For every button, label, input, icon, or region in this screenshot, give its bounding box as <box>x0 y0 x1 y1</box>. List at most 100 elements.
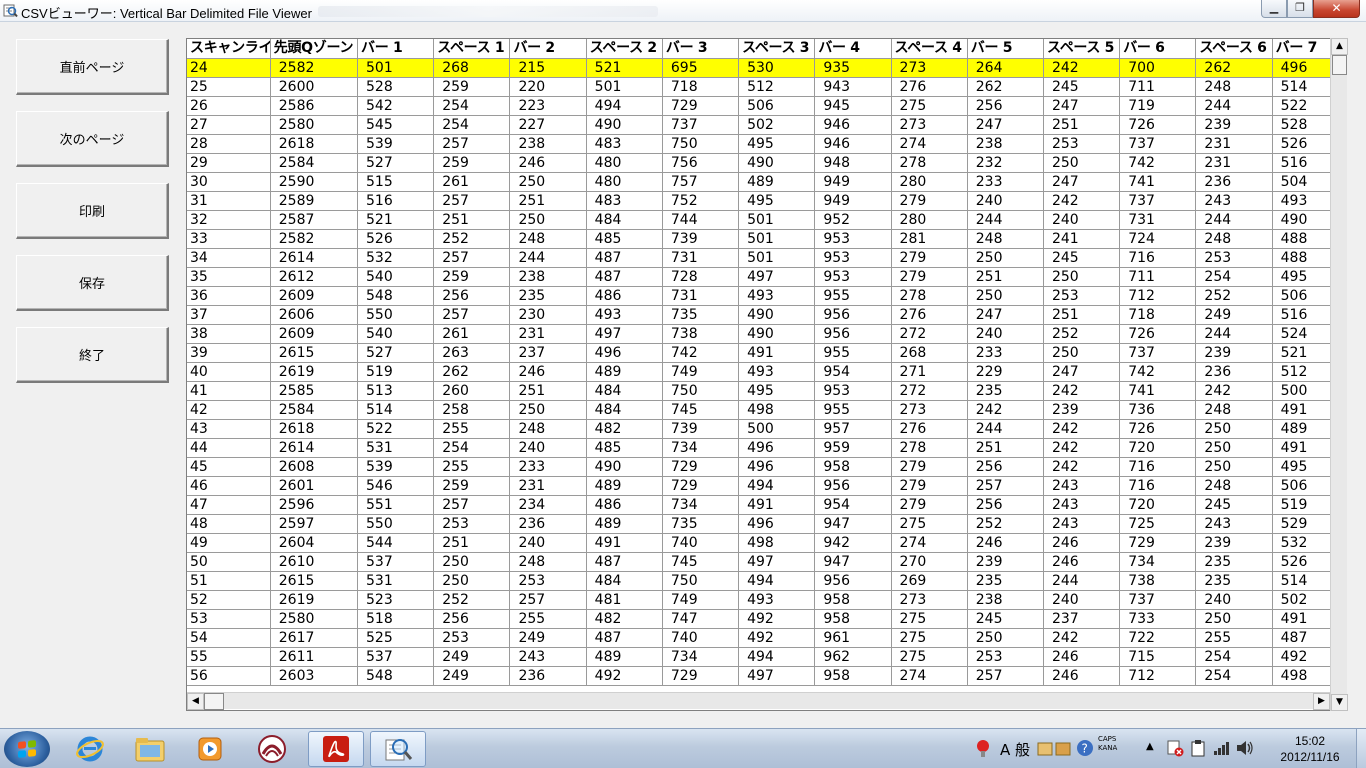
table-cell[interactable]: 711 <box>1119 77 1197 97</box>
table-cell[interactable]: 244 <box>1195 210 1273 230</box>
table-cell[interactable]: 248 <box>509 552 587 572</box>
row-header-cell[interactable]: 35 <box>187 267 271 287</box>
table-cell[interactable]: 715 <box>1119 647 1197 667</box>
table-cell[interactable]: 247 <box>1043 362 1121 382</box>
table-cell[interactable]: 262 <box>967 77 1044 97</box>
table-cell[interactable]: 551 <box>357 495 435 515</box>
table-cell[interactable]: 531 <box>357 571 435 591</box>
table-row[interactable]: 47 2596 551 257 234 486 734 491 954 279 256 243 720 2… <box>187 495 1331 515</box>
table-cell[interactable]: 239 <box>967 552 1044 572</box>
table-cell[interactable]: 495 <box>738 134 816 154</box>
table-cell[interactable]: 236 <box>509 666 587 686</box>
column-header[interactable]: バー 7 <box>1272 39 1331 59</box>
table-cell[interactable]: 497 <box>586 324 663 344</box>
table-cell[interactable]: 548 <box>357 666 435 686</box>
table-cell[interactable]: 2580 <box>270 609 359 629</box>
exit-button[interactable]: 終了 <box>16 327 169 383</box>
maximize-button[interactable]: ❐ <box>1287 0 1313 18</box>
table-cell[interactable]: 526 <box>1272 552 1331 572</box>
table-cell[interactable]: 712 <box>1119 286 1197 306</box>
table-cell[interactable]: 233 <box>967 343 1044 363</box>
table-row[interactable]: 44 2614 531 254 240 485 734 496 959 278 251 242 720 2… <box>187 438 1331 458</box>
table-cell[interactable]: 494 <box>586 96 663 116</box>
table-cell[interactable]: 480 <box>586 153 663 173</box>
table-cell[interactable]: 519 <box>357 362 435 382</box>
table-cell[interactable]: 498 <box>738 400 816 420</box>
row-header-cell[interactable]: 41 <box>187 381 271 401</box>
table-cell[interactable]: 279 <box>891 495 968 515</box>
table-cell[interactable]: 953 <box>814 229 892 249</box>
table-cell[interactable]: 251 <box>433 533 511 553</box>
table-cell[interactable]: 487 <box>586 552 663 572</box>
table-cell[interactable]: 947 <box>814 552 892 572</box>
table-cell[interactable]: 734 <box>662 647 740 667</box>
table-cell[interactable]: 272 <box>891 324 968 344</box>
table-cell[interactable]: 281 <box>891 229 968 249</box>
table-cell[interactable]: 493 <box>738 286 816 306</box>
table-cell[interactable]: 257 <box>967 476 1044 496</box>
table-cell[interactable]: 726 <box>1119 115 1197 135</box>
table-cell[interactable]: 273 <box>891 58 968 78</box>
table-cell[interactable]: 2589 <box>270 191 359 211</box>
table-row[interactable]: 54 2617 525 253 249 487 740 492 961 275 250 242 722 2… <box>187 628 1331 648</box>
row-header-cell[interactable]: 55 <box>187 647 271 667</box>
column-header[interactable]: バー 5 <box>967 39 1044 59</box>
table-cell[interactable]: 540 <box>357 267 435 287</box>
table-cell[interactable]: 275 <box>891 96 968 116</box>
table-cell[interactable]: 539 <box>357 134 435 154</box>
table-cell[interactable]: 249 <box>433 666 511 686</box>
table-cell[interactable]: 229 <box>967 362 1044 382</box>
minimize-button[interactable]: ▁ <box>1261 0 1287 18</box>
table-cell[interactable]: 275 <box>891 628 968 648</box>
table-cell[interactable]: 524 <box>1272 324 1331 344</box>
action-center-icon[interactable] <box>1166 739 1184 768</box>
row-header-cell[interactable]: 24 <box>187 58 271 78</box>
table-cell[interactable]: 2582 <box>270 229 359 249</box>
table-cell[interactable]: 484 <box>586 381 663 401</box>
table-cell[interactable]: 498 <box>738 533 816 553</box>
table-cell[interactable]: 539 <box>357 457 435 477</box>
table-row[interactable]: 51 2615 531 250 253 484 750 494 956 269 235 244 738 2… <box>187 571 1331 591</box>
table-cell[interactable]: 257 <box>433 134 511 154</box>
table-cell[interactable]: 501 <box>738 229 816 249</box>
table-cell[interactable]: 2608 <box>270 457 359 477</box>
table-cell[interactable]: 482 <box>586 609 663 629</box>
table-cell[interactable]: 250 <box>1043 153 1121 173</box>
table-cell[interactable]: 242 <box>1043 58 1121 78</box>
table-cell[interactable]: 495 <box>738 191 816 211</box>
table-cell[interactable]: 718 <box>662 77 740 97</box>
table-cell[interactable]: 486 <box>586 495 663 515</box>
table-cell[interactable]: 729 <box>662 476 740 496</box>
table-cell[interactable]: 275 <box>891 514 968 534</box>
table-cell[interactable]: 734 <box>662 495 740 515</box>
table-cell[interactable]: 518 <box>357 609 435 629</box>
table-cell[interactable]: 711 <box>1119 267 1197 287</box>
table-cell[interactable]: 750 <box>662 571 740 591</box>
table-cell[interactable]: 259 <box>433 153 511 173</box>
table-cell[interactable]: 501 <box>738 210 816 230</box>
table-cell[interactable]: 271 <box>891 362 968 382</box>
table-cell[interactable]: 497 <box>738 666 816 686</box>
table-cell[interactable]: 2604 <box>270 533 359 553</box>
column-header[interactable]: スペース 3 <box>738 39 816 59</box>
table-cell[interactable]: 952 <box>814 210 892 230</box>
table-cell[interactable]: 956 <box>814 571 892 591</box>
table-cell[interactable]: 240 <box>509 533 587 553</box>
next-page-button[interactable]: 次のページ <box>16 111 169 167</box>
table-cell[interactable]: 734 <box>1119 552 1197 572</box>
table-cell[interactable]: 254 <box>1195 267 1273 287</box>
table-cell[interactable]: 250 <box>433 552 511 572</box>
table-row[interactable]: 27 2580 545 254 227 490 737 502 946 273 247 251 726 2… <box>187 115 1331 135</box>
table-cell[interactable]: 491 <box>1272 438 1331 458</box>
table-cell[interactable]: 251 <box>1043 115 1121 135</box>
table-cell[interactable]: 259 <box>433 267 511 287</box>
table-cell[interactable]: 490 <box>738 324 816 344</box>
table-cell[interactable]: 718 <box>1119 305 1197 325</box>
table-cell[interactable]: 245 <box>1043 248 1121 268</box>
table-cell[interactable]: 249 <box>433 647 511 667</box>
table-cell[interactable]: 750 <box>662 381 740 401</box>
table-cell[interactable]: 2580 <box>270 115 359 135</box>
row-header-cell[interactable]: 49 <box>187 533 271 553</box>
table-cell[interactable]: 490 <box>738 153 816 173</box>
table-cell[interactable]: 2585 <box>270 381 359 401</box>
